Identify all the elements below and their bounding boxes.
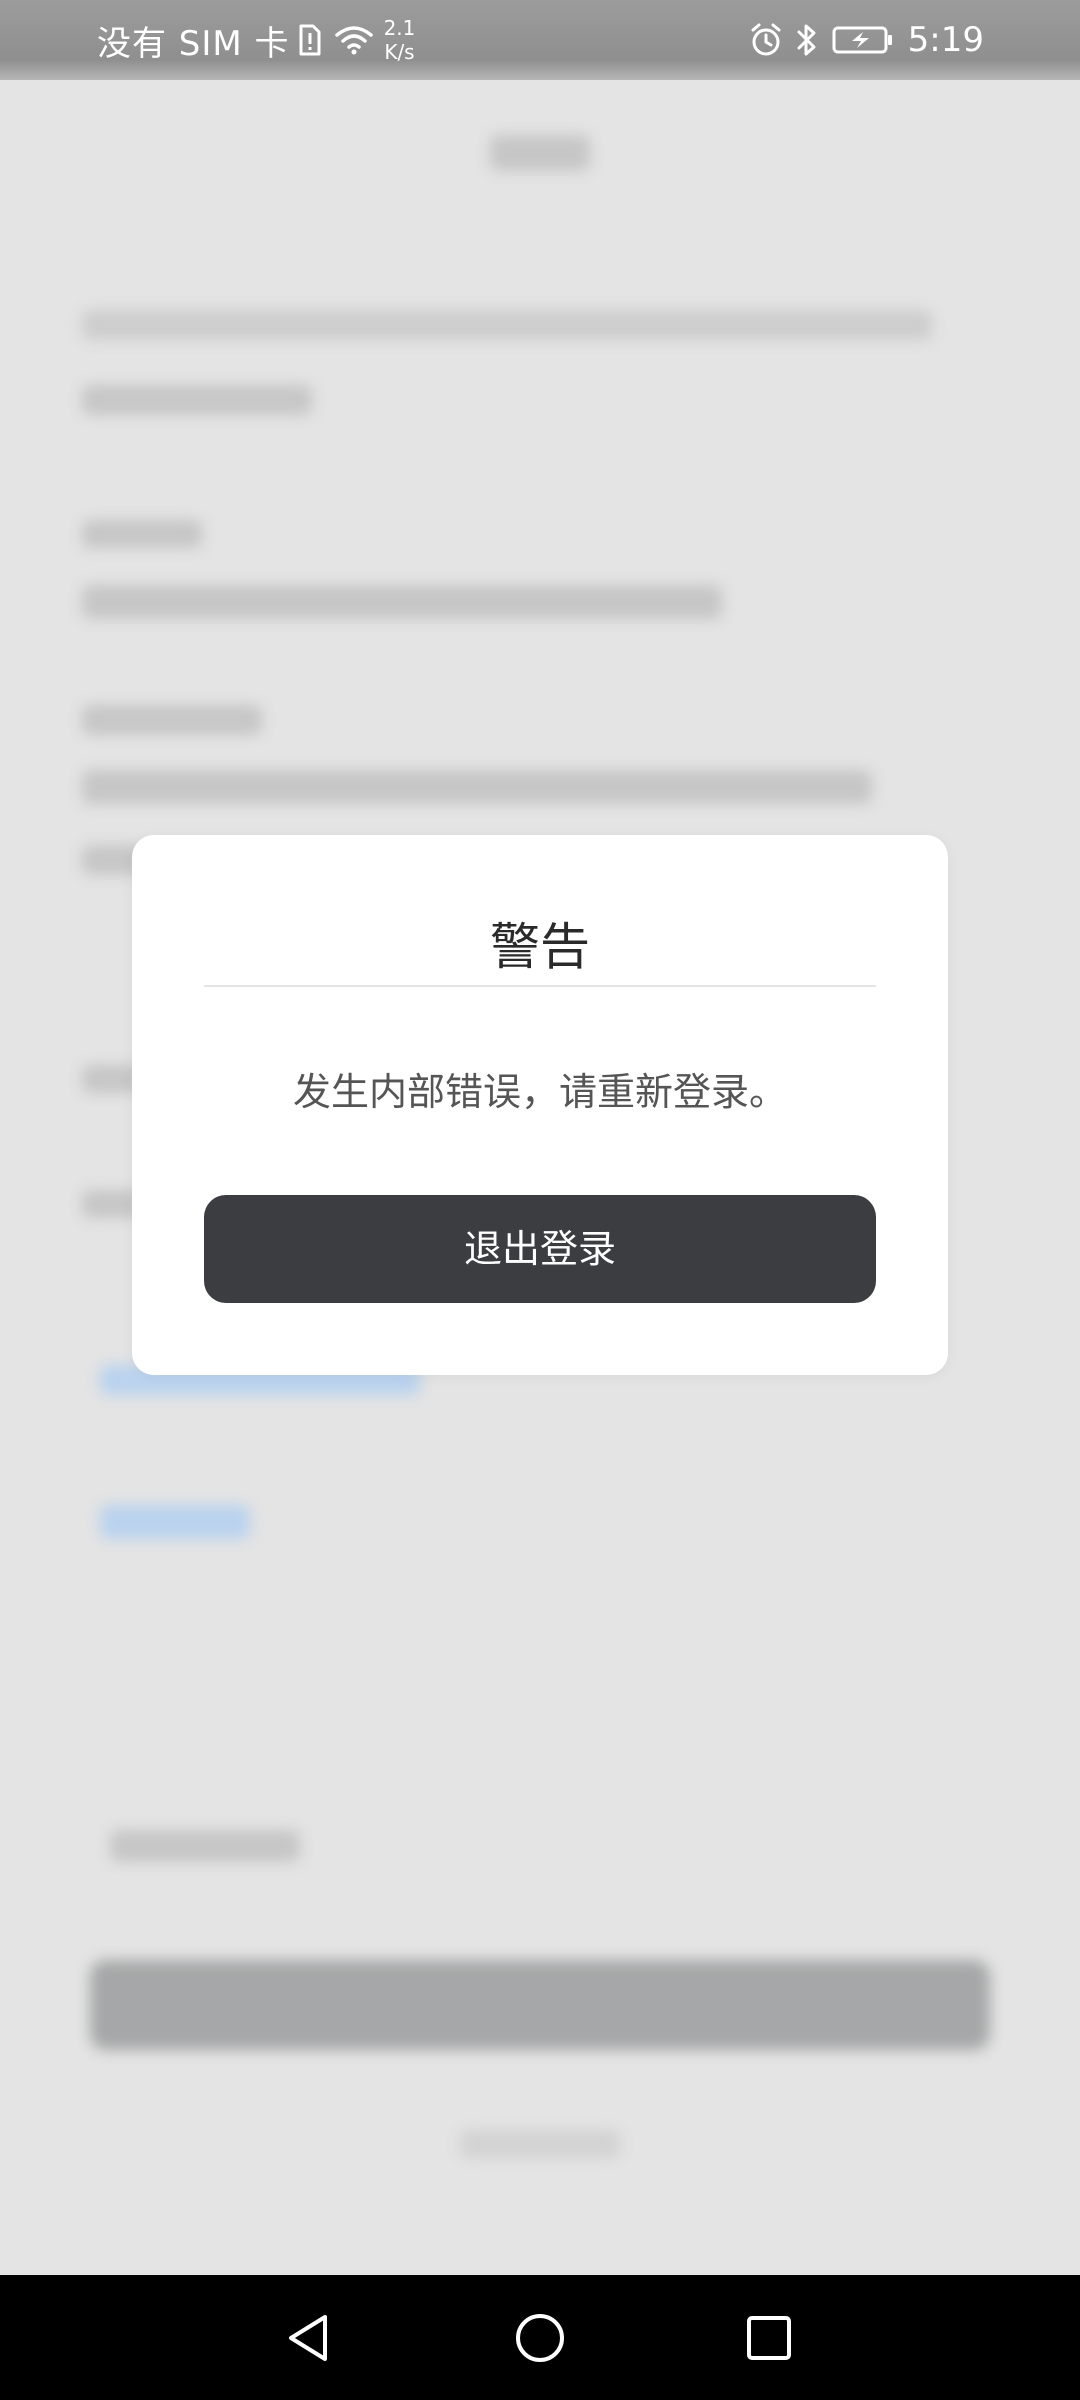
net-speed-value: 2.1	[383, 16, 416, 40]
nav-back-button[interactable]	[248, 2275, 368, 2400]
bg-text-line	[82, 520, 202, 548]
bg-text-line	[82, 310, 932, 340]
logout-button[interactable]: 退出登录	[204, 1195, 876, 1303]
bg-link	[100, 1505, 250, 1539]
bg-text-line	[82, 705, 262, 735]
bg-text-line	[82, 585, 722, 619]
nav-recents-button[interactable]	[709, 2275, 829, 2400]
clock: 5:19	[907, 20, 984, 60]
bluetooth-icon	[796, 23, 818, 57]
alert-dialog: 警告 发生内部错误，请重新登录。 退出登录	[132, 835, 948, 1375]
bg-checkbox-row	[110, 1830, 300, 1862]
alarm-icon	[750, 23, 782, 57]
bg-page-title	[490, 135, 590, 171]
back-icon	[283, 2312, 333, 2364]
status-bar: 没有 SIM 卡 2.1 K/s 5:19	[0, 0, 1080, 80]
dialog-divider	[204, 985, 876, 987]
bg-text-line	[82, 770, 872, 804]
battery-charging-icon	[832, 25, 894, 55]
net-speed-unit: K/s	[384, 40, 415, 64]
dialog-title: 警告	[490, 918, 590, 976]
navigation-bar	[0, 2275, 1080, 2400]
status-bar-right: 5:19	[736, 0, 984, 80]
net-speed: 2.1 K/s	[384, 16, 416, 64]
bg-text-line	[82, 385, 312, 415]
carrier-label: 没有 SIM 卡	[97, 23, 290, 64]
nav-home-button[interactable]	[480, 2275, 600, 2400]
recents-icon	[745, 2314, 793, 2362]
wifi-icon	[334, 25, 374, 55]
home-icon	[514, 2312, 566, 2364]
sim-alert-icon	[298, 24, 322, 56]
status-bar-left: 没有 SIM 卡 2.1 K/s	[97, 0, 415, 80]
bg-footer-text	[460, 2130, 620, 2158]
bg-primary-button	[90, 1960, 990, 2050]
dialog-message: 发生内部错误，请重新登录。	[292, 1070, 787, 1114]
